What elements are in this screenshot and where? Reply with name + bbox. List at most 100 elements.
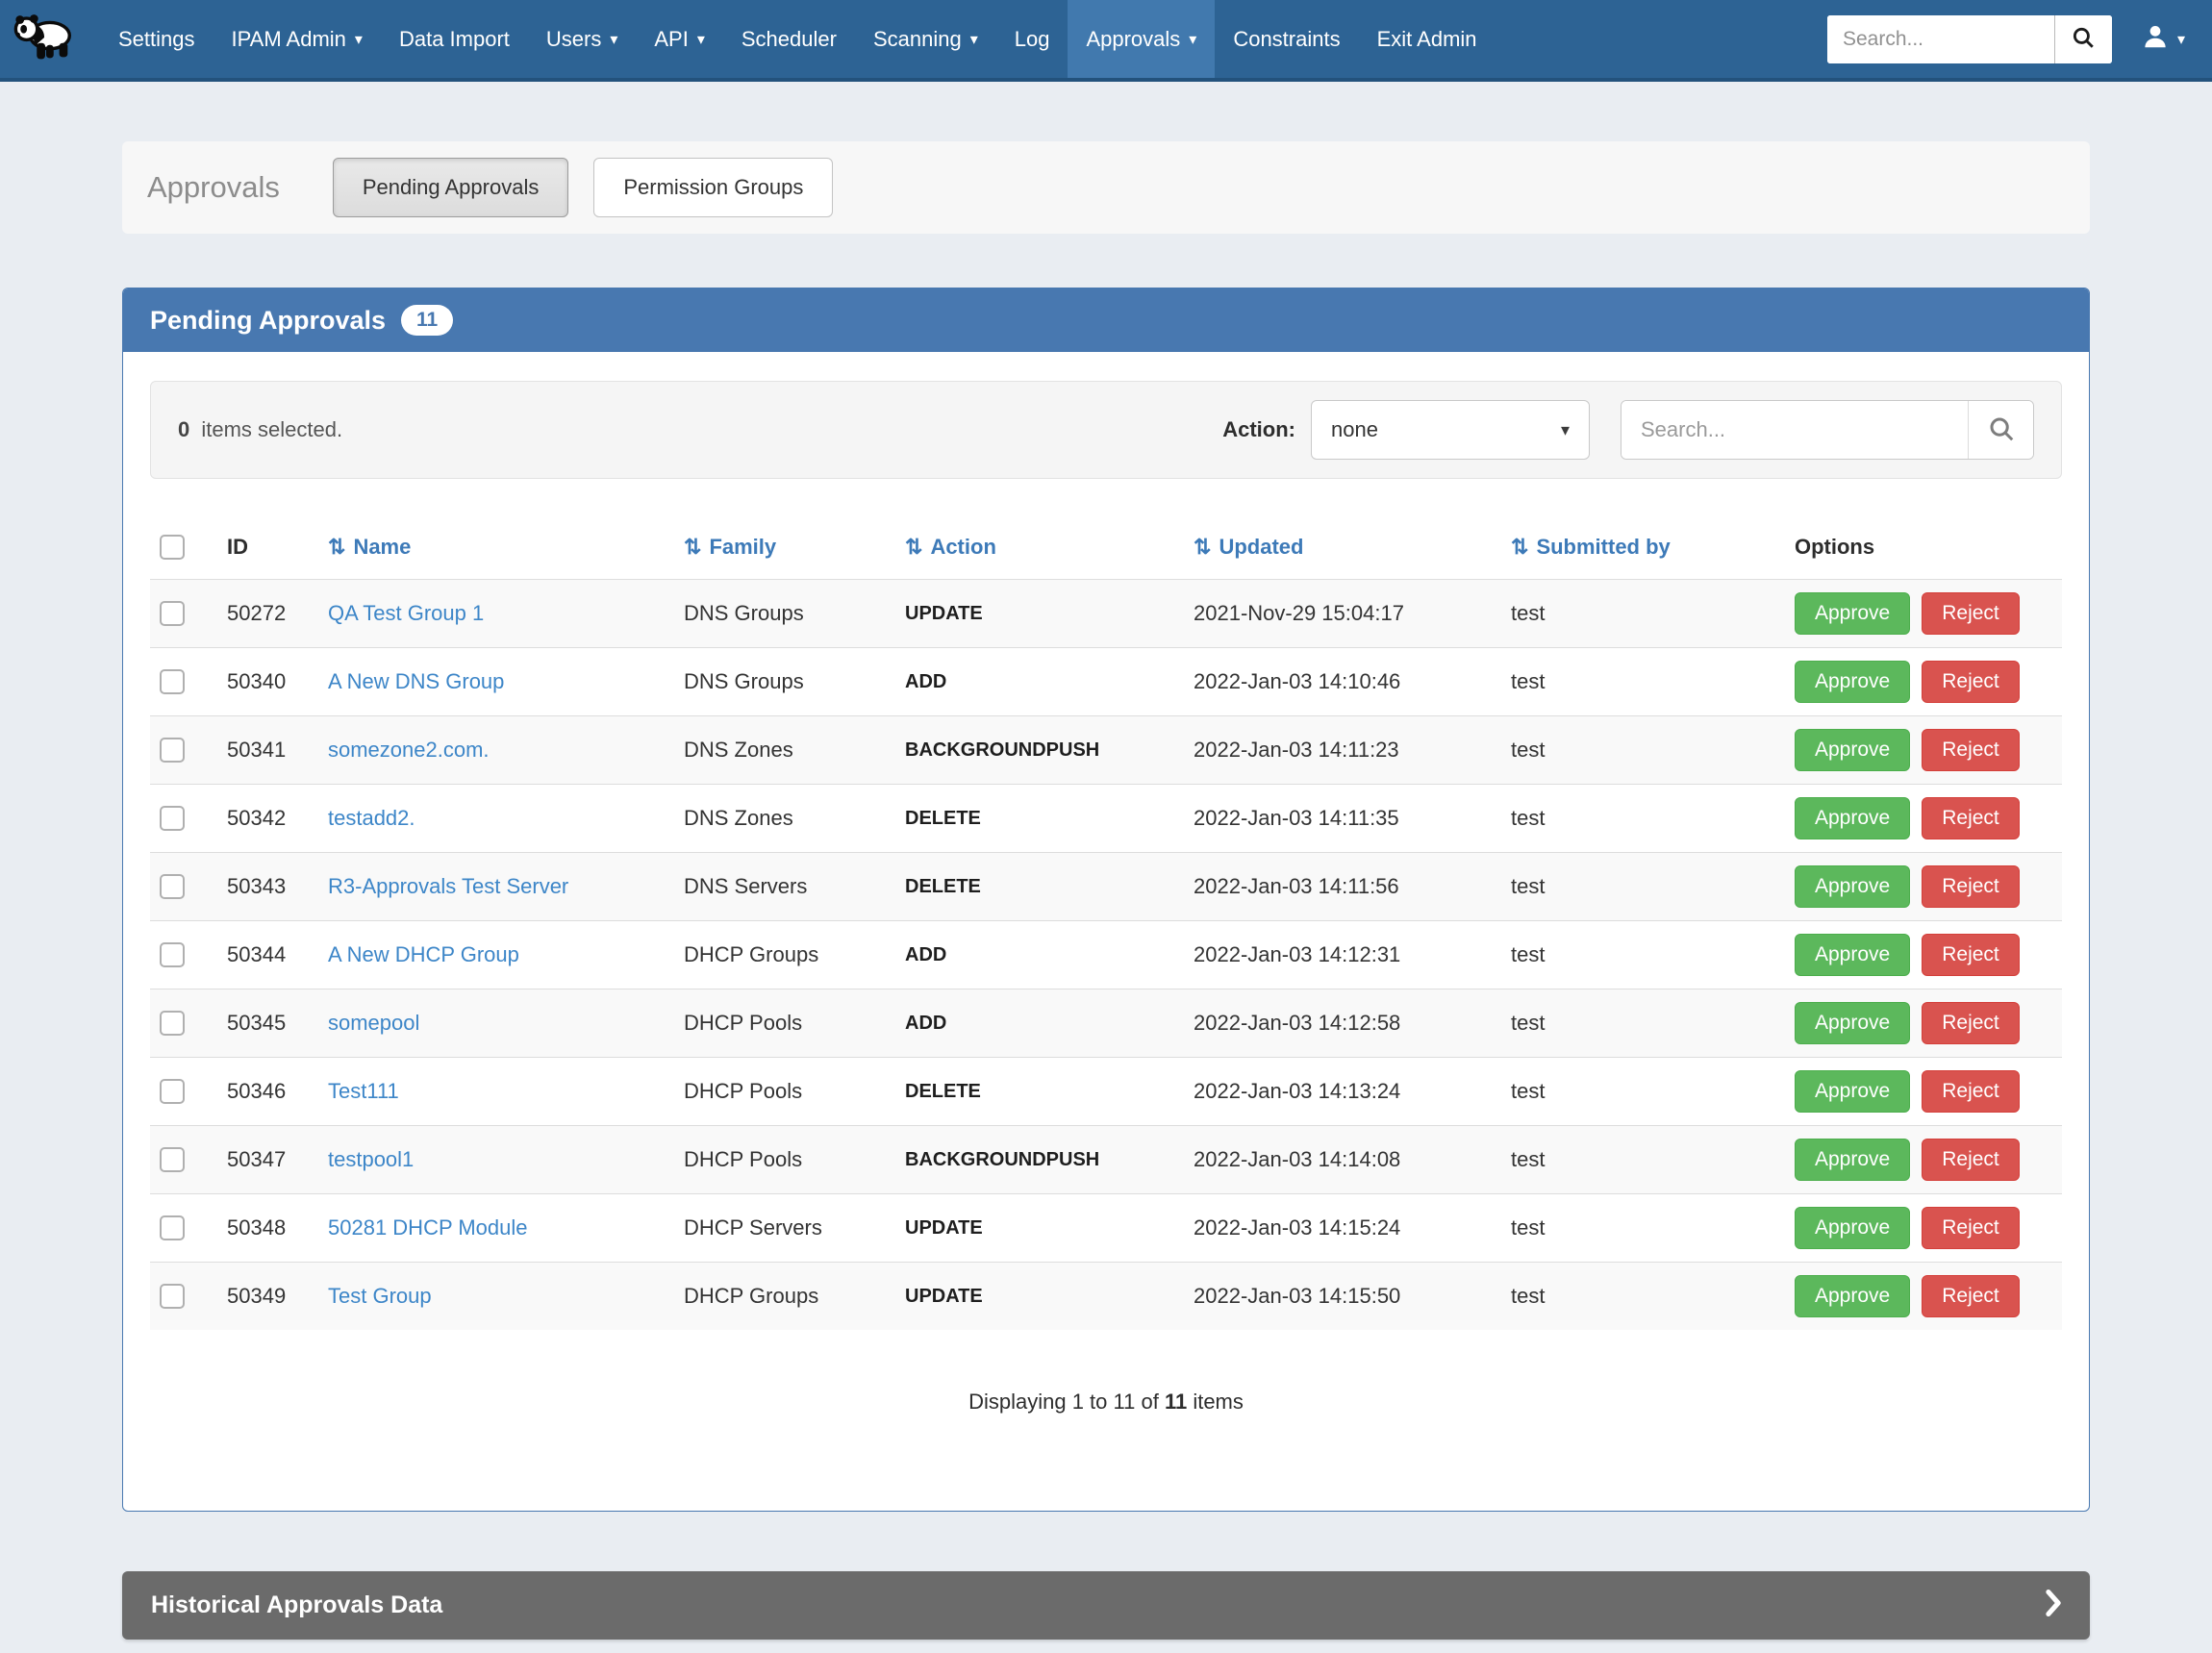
reject-button[interactable]: Reject xyxy=(1922,797,2020,839)
item-name-link[interactable]: somezone2.com. xyxy=(328,738,490,762)
cell-options: Approve Reject xyxy=(1785,853,2062,921)
cell-submitted-by: test xyxy=(1501,785,1785,853)
navbar-search-button[interactable] xyxy=(2054,15,2112,63)
row-checkbox[interactable] xyxy=(160,1284,185,1309)
approve-button[interactable]: Approve xyxy=(1795,1070,1910,1113)
row-checkbox[interactable] xyxy=(160,1147,185,1172)
nav-item-users[interactable]: Users▾ xyxy=(528,0,636,78)
item-name-link[interactable]: A New DHCP Group xyxy=(328,942,519,966)
nav-item-api[interactable]: API▾ xyxy=(636,0,723,78)
row-checkbox[interactable] xyxy=(160,1215,185,1240)
cell-family: DHCP Groups xyxy=(674,1263,895,1331)
row-checkbox[interactable] xyxy=(160,1079,185,1104)
row-checkbox[interactable] xyxy=(160,738,185,763)
item-name-link[interactable]: R3-Approvals Test Server xyxy=(328,874,568,898)
approve-button[interactable]: Approve xyxy=(1795,1207,1910,1249)
nav-item-data-import[interactable]: Data Import xyxy=(381,0,528,78)
row-checkbox[interactable] xyxy=(160,806,185,831)
item-name-link[interactable]: Test Group xyxy=(328,1284,432,1308)
column-header-family[interactable]: ⇅Family xyxy=(674,519,895,580)
historical-approvals-bar[interactable]: Historical Approvals Data xyxy=(122,1571,2090,1640)
tab-pending-approvals[interactable]: Pending Approvals xyxy=(333,158,568,217)
approve-button[interactable]: Approve xyxy=(1795,729,1910,771)
approve-button[interactable]: Approve xyxy=(1795,1139,1910,1181)
nav-item-exit-admin[interactable]: Exit Admin xyxy=(1359,0,1496,78)
approve-button[interactable]: Approve xyxy=(1795,865,1910,908)
brand-logo[interactable] xyxy=(0,0,100,78)
table-search-input[interactable] xyxy=(1621,401,1968,459)
top-navbar: SettingsIPAM Admin▾Data ImportUsers▾API▾… xyxy=(0,0,2212,82)
cell-action: ADD xyxy=(895,921,1184,989)
chevron-down-icon: ▾ xyxy=(1189,30,1196,49)
reject-button[interactable]: Reject xyxy=(1922,661,2020,703)
approve-button[interactable]: Approve xyxy=(1795,934,1910,976)
nav-item-constraints[interactable]: Constraints xyxy=(1215,0,1358,78)
reject-button[interactable]: Reject xyxy=(1922,1207,2020,1249)
column-header-submitted-by[interactable]: ⇅Submitted by xyxy=(1501,519,1785,580)
cell-name: somepool xyxy=(318,989,674,1058)
cell-action: DELETE xyxy=(895,1058,1184,1126)
approve-button[interactable]: Approve xyxy=(1795,797,1910,839)
item-name-link[interactable]: testpool1 xyxy=(328,1147,414,1171)
user-menu[interactable]: ▾ xyxy=(2141,22,2185,56)
item-name-link[interactable]: 50281 DHCP Module xyxy=(328,1215,528,1240)
nav-item-scheduler[interactable]: Scheduler xyxy=(723,0,855,78)
row-checkbox[interactable] xyxy=(160,669,185,694)
reject-button[interactable]: Reject xyxy=(1922,1275,2020,1317)
cell-name: 50281 DHCP Module xyxy=(318,1194,674,1263)
reject-button[interactable]: Reject xyxy=(1922,592,2020,635)
cell-id: 50341 xyxy=(217,716,318,785)
cell-submitted-by: test xyxy=(1501,716,1785,785)
cell-options: Approve Reject xyxy=(1785,1126,2062,1194)
cell-family: DNS Groups xyxy=(674,648,895,716)
select-all-checkbox[interactable] xyxy=(160,535,185,560)
cell-submitted-by: test xyxy=(1501,853,1785,921)
row-checkbox[interactable] xyxy=(160,601,185,626)
cell-family: DHCP Groups xyxy=(674,921,895,989)
approve-button[interactable]: Approve xyxy=(1795,1002,1910,1044)
cell-updated: 2022-Jan-03 14:11:35 xyxy=(1184,785,1501,853)
selected-count: 0 xyxy=(178,417,189,441)
item-name-link[interactable]: A New DNS Group xyxy=(328,669,504,693)
reject-button[interactable]: Reject xyxy=(1922,1002,2020,1044)
item-name-link[interactable]: somepool xyxy=(328,1011,419,1035)
cell-action: BACKGROUNDPUSH xyxy=(895,1126,1184,1194)
nav-item-log[interactable]: Log xyxy=(996,0,1068,78)
cell-name: testadd2. xyxy=(318,785,674,853)
cell-submitted-by: test xyxy=(1501,1263,1785,1331)
user-icon xyxy=(2141,22,2170,56)
approve-button[interactable]: Approve xyxy=(1795,661,1910,703)
tab-permission-groups[interactable]: Permission Groups xyxy=(593,158,833,217)
cell-updated: 2022-Jan-03 14:15:24 xyxy=(1184,1194,1501,1263)
reject-button[interactable]: Reject xyxy=(1922,934,2020,976)
cell-family: DNS Zones xyxy=(674,785,895,853)
approve-button[interactable]: Approve xyxy=(1795,1275,1910,1317)
table-header-row: ID⇅Name⇅Family⇅Action⇅Updated⇅Submitted … xyxy=(150,519,2062,580)
row-checkbox[interactable] xyxy=(160,874,185,899)
nav-item-ipam-admin[interactable]: IPAM Admin▾ xyxy=(214,0,381,78)
nav-item-scanning[interactable]: Scanning▾ xyxy=(855,0,996,78)
approve-button[interactable]: Approve xyxy=(1795,592,1910,635)
column-header-name[interactable]: ⇅Name xyxy=(318,519,674,580)
row-checkbox[interactable] xyxy=(160,1011,185,1036)
cell-options: Approve Reject xyxy=(1785,1263,2062,1331)
navbar-search-input[interactable] xyxy=(1827,15,2054,63)
row-checkbox[interactable] xyxy=(160,942,185,967)
panel-header: Pending Approvals 11 xyxy=(123,288,2089,352)
nav-menu: SettingsIPAM Admin▾Data ImportUsers▾API▾… xyxy=(100,0,1496,78)
reject-button[interactable]: Reject xyxy=(1922,1070,2020,1113)
nav-item-settings[interactable]: Settings xyxy=(100,0,214,78)
reject-button[interactable]: Reject xyxy=(1922,1139,2020,1181)
table-search-button[interactable] xyxy=(1968,401,2033,459)
item-name-link[interactable]: QA Test Group 1 xyxy=(328,601,484,625)
nav-item-approvals[interactable]: Approvals▾ xyxy=(1068,0,1215,78)
reject-button[interactable]: Reject xyxy=(1922,865,2020,908)
action-select[interactable]: none ▾ xyxy=(1311,400,1590,460)
reject-button[interactable]: Reject xyxy=(1922,729,2020,771)
column-header-action[interactable]: ⇅Action xyxy=(895,519,1184,580)
cell-updated: 2022-Jan-03 14:12:31 xyxy=(1184,921,1501,989)
item-name-link[interactable]: testadd2. xyxy=(328,806,415,830)
item-name-link[interactable]: Test111 xyxy=(328,1079,399,1103)
column-header-updated[interactable]: ⇅Updated xyxy=(1184,519,1501,580)
cell-name: R3-Approvals Test Server xyxy=(318,853,674,921)
